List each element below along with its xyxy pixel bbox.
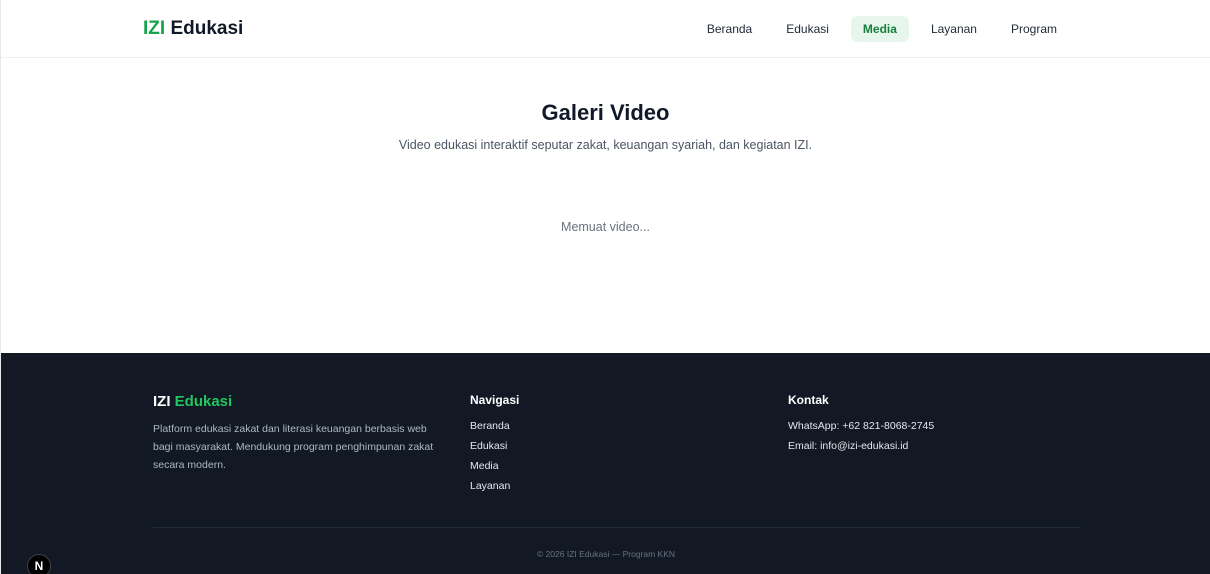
- nav-edukasi[interactable]: Edukasi: [774, 16, 841, 42]
- footer-nav-list: Beranda Edukasi Media Layanan: [470, 416, 670, 496]
- page-subtitle: Video edukasi interaktif seputar zakat, …: [398, 138, 813, 152]
- site-logo[interactable]: IZI Edukasi: [143, 18, 243, 40]
- nav-layanan[interactable]: Layanan: [919, 16, 989, 42]
- site-footer: IZI Edukasi Platform edukasi zakat dan l…: [1, 353, 1210, 574]
- main-nav: Beranda Edukasi Media Layanan Program: [695, 15, 1069, 42]
- site-header: IZI Edukasi Beranda Edukasi Media Layana…: [1, 0, 1210, 58]
- footer-whatsapp[interactable]: WhatsApp: +62 821-8068-2745: [788, 416, 1048, 436]
- nav-media[interactable]: Media: [850, 15, 909, 42]
- footer-nav-heading: Navigasi: [470, 393, 520, 407]
- loading-text: Memuat video...: [561, 220, 650, 234]
- footer-logo-prefix: IZI: [153, 393, 171, 410]
- footer-logo: IZI Edukasi: [153, 393, 453, 410]
- footer-link-media[interactable]: Media: [470, 456, 670, 476]
- footer-link-layanan[interactable]: Layanan: [470, 476, 670, 496]
- logo-prefix: IZI: [143, 17, 166, 39]
- footer-contact-heading: Kontak: [788, 393, 829, 407]
- footer-link-edukasi[interactable]: Edukasi: [470, 436, 670, 456]
- nav-program[interactable]: Program: [999, 16, 1069, 42]
- footer-divider: [153, 527, 1081, 528]
- nav-beranda[interactable]: Beranda: [695, 16, 764, 42]
- footer-about: IZI Edukasi Platform edukasi zakat dan l…: [153, 393, 453, 474]
- footer-description: Platform edukasi zakat dan literasi keua…: [153, 423, 434, 471]
- footer-link-beranda[interactable]: Beranda: [470, 416, 670, 436]
- nextjs-dev-badge[interactable]: N: [27, 554, 51, 574]
- page-title: Galeri Video: [541, 100, 670, 125]
- footer-navigation: Navigasi Beranda Edukasi Media Layanan: [470, 393, 670, 496]
- logo-suffix: Edukasi: [170, 17, 244, 39]
- nextjs-badge-label: N: [34, 559, 44, 573]
- footer-logo-suffix: Edukasi: [174, 393, 233, 410]
- page: IZI Edukasi Beranda Edukasi Media Layana…: [0, 0, 1210, 574]
- main-content: Galeri Video Video edukasi interaktif se…: [1, 58, 1210, 352]
- footer-copyright: © 2026 IZI Edukasi — Program KKN: [536, 549, 676, 559]
- footer-email[interactable]: Email: info@izi-edukasi.id: [788, 436, 1048, 456]
- footer-contact: Kontak WhatsApp: +62 821-8068-2745 Email…: [788, 393, 1048, 456]
